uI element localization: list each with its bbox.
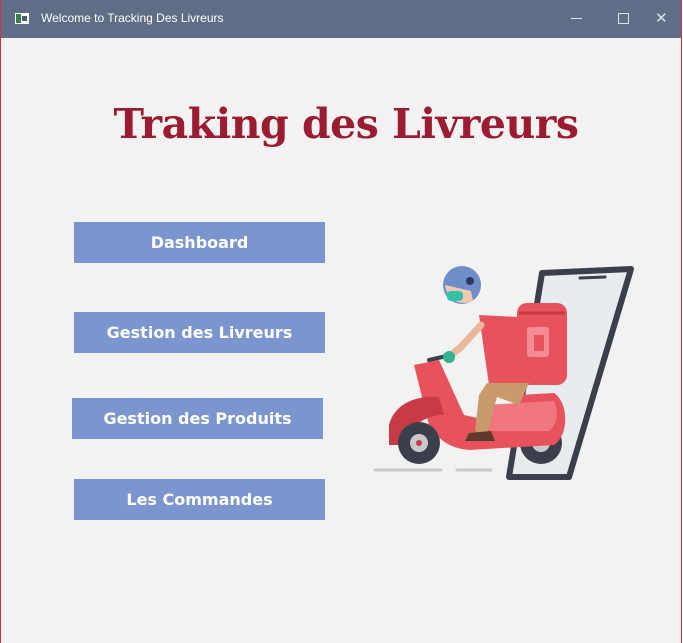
title-bar[interactable]: Welcome to Tracking Des Livreurs ✕ [1,0,681,38]
commandes-button[interactable]: Les Commandes [74,479,325,520]
close-icon: ✕ [655,9,668,27]
gestion-produits-button[interactable]: Gestion des Produits [72,398,323,439]
app-window: Welcome to Tracking Des Livreurs ✕ Traki… [0,0,682,643]
minimize-button[interactable] [554,0,600,38]
dashboard-button[interactable]: Dashboard [74,222,325,263]
page-title: Traking des Livreurs [113,100,579,148]
app-window-icon [15,13,29,24]
gestion-livreurs-button[interactable]: Gestion des Livreurs [74,312,325,353]
window-title: Welcome to Tracking Des Livreurs [41,11,224,25]
delivery-scooter-illustration [373,266,634,480]
close-button[interactable]: ✕ [637,0,683,38]
maximize-icon [618,13,629,24]
minimize-icon [571,18,582,19]
